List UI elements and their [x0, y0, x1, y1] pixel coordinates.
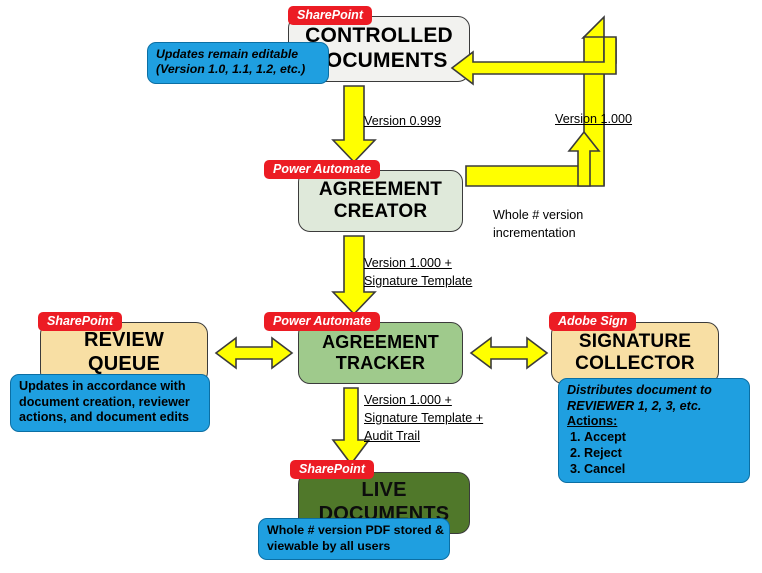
platform-tag-adobe-sign: Adobe Sign [549, 312, 637, 332]
callout-controlled-documents: Updates remain editable (Version 1.0, 1.… [147, 42, 329, 84]
callout-review-line3: actions, and document edits [19, 410, 190, 425]
platform-tag-power-automate-creator: Power Automate [264, 160, 381, 180]
edge-label-audit-trail-line1: Version 1.000 + [364, 393, 452, 407]
arrow-tracker-signature-bidirectional [469, 336, 549, 370]
callout-review-line2: document creation, reviewer [19, 394, 190, 409]
edge-label-version-1000-text: Version 1.000 [555, 112, 633, 126]
callout-signature-line1: Distributes document to [567, 383, 712, 397]
edge-label-version-0999-text: Version 0.999 [364, 114, 442, 128]
callout-signature-actions-header: Actions: [567, 414, 618, 429]
callout-review-line1: Updates in accordance with [19, 379, 186, 393]
edge-label-audit-trail-line2: Signature Template + [364, 410, 484, 425]
edge-label-signature-template-line1: Version 1.000 + [364, 256, 452, 270]
callout-controlled-line1: Updates remain editable [156, 47, 299, 61]
edge-label-version-0999: Version 0.999 [364, 113, 441, 131]
platform-tag-power-automate-tracker: Power Automate [264, 312, 381, 332]
platform-tag-sharepoint-live: SharePoint [290, 460, 374, 480]
edge-label-whole-line2: incrementation [493, 225, 576, 240]
callout-signature-line2: REVIEWER 1, 2, 3, etc. [567, 398, 702, 413]
callout-review-queue: Updates in accordance with document crea… [10, 374, 210, 433]
edge-label-whole-number-increment: Whole # version incrementation [493, 207, 583, 243]
callout-live-documents: Whole # version PDF stored & viewable by… [258, 518, 450, 560]
edge-label-signature-template: Version 1.000 + Signature Template [364, 255, 472, 291]
action-item-accept: Accept [584, 430, 741, 446]
flowchart-canvas: SharePoint CONTROLLED DOCUMENTS Power Au… [0, 0, 762, 573]
callout-signature-actions-list: Accept Reject Cancel [567, 430, 741, 477]
callout-live-line1: Whole # version PDF stored & [267, 523, 444, 537]
callout-signature-collector: Distributes document to REVIEWER 1, 2, 3… [558, 378, 750, 484]
action-item-reject: Reject [584, 446, 741, 462]
action-item-cancel: Cancel [584, 462, 741, 478]
arrow-queue-tracker-bidirectional [214, 336, 294, 370]
edge-label-audit-trail: Version 1.000 + Signature Template + Aud… [364, 392, 483, 446]
platform-tag-sharepoint-review-queue: SharePoint [38, 312, 122, 332]
callout-controlled-line2: (Version 1.0, 1.1, 1.2, etc.) [156, 62, 306, 77]
edge-label-whole-line1: Whole # version [493, 208, 584, 222]
edge-label-signature-template-line2: Signature Template [364, 273, 473, 288]
callout-live-line2: viewable by all users [267, 538, 391, 553]
edge-label-audit-trail-line3: Audit Trail [364, 428, 420, 443]
platform-tag-sharepoint-controlled: SharePoint [288, 6, 372, 26]
edge-label-version-1000: Version 1.000 [555, 111, 632, 129]
